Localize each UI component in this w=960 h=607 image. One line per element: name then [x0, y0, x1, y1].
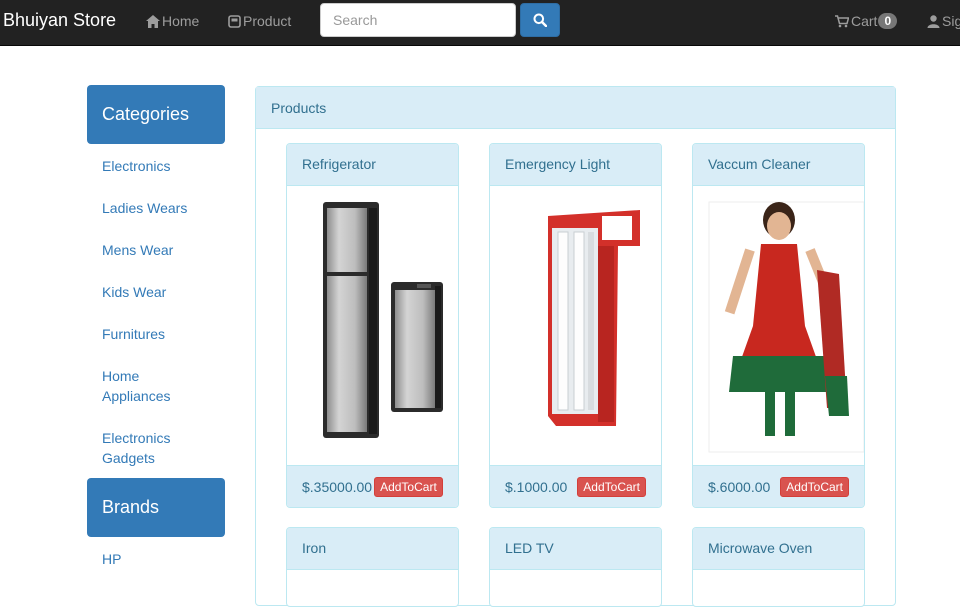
category-item[interactable]: Electronics Gadgets	[102, 428, 192, 468]
nav-product-label: Product	[243, 13, 292, 29]
kids-dress-image	[708, 201, 864, 453]
add-to-cart-button[interactable]: AddToCart	[577, 476, 646, 497]
product-card: Emergency Light $.1000.00 AddToCart	[489, 143, 662, 508]
nav-home-link[interactable]: Home	[146, 12, 199, 30]
navbar: Bhuiyan Store Home Product Cart 0 Sig	[0, 0, 960, 46]
product-image-refrigerator	[287, 186, 458, 466]
product-name: LED TV	[490, 528, 661, 570]
product-price: $.35000.00	[302, 478, 373, 495]
category-item[interactable]: Home Appliances	[102, 366, 192, 406]
product-name: Vaccum Cleaner	[693, 144, 864, 186]
brands-heading: Brands	[87, 478, 225, 537]
nav-signin-link[interactable]: Sig	[927, 12, 960, 30]
product-footer: $.1000.00 AddToCart	[490, 465, 661, 507]
category-item[interactable]: Furnitures	[102, 324, 212, 344]
product-name: Microwave Oven	[693, 528, 864, 570]
product-image-vaccum-cleaner	[693, 186, 864, 466]
product-name: Iron	[287, 528, 458, 570]
products-panel-title: Products	[256, 87, 895, 129]
category-item[interactable]: Ladies Wears	[102, 198, 212, 218]
product-name: Emergency Light	[490, 144, 661, 186]
categories-heading: Categories	[87, 85, 225, 144]
product-price: $.1000.00	[505, 478, 568, 495]
product-footer: $.6000.00 AddToCart	[693, 465, 864, 507]
add-to-cart-button[interactable]: AddToCart	[374, 476, 443, 497]
product-card: Refrigerator $.35000.00 AddToCart	[286, 143, 459, 508]
refrigerator-image	[323, 202, 443, 438]
product-card: Iron	[286, 527, 459, 607]
cart-icon	[835, 14, 849, 27]
nav-home-label: Home	[162, 13, 200, 29]
nav-product-link[interactable]: Product	[228, 12, 291, 30]
product-image-emergency-light	[490, 186, 661, 466]
home-icon	[146, 14, 160, 28]
add-to-cart-button[interactable]: AddToCart	[780, 476, 849, 497]
search-button[interactable]	[520, 3, 560, 37]
nav-cart-link[interactable]: Cart 0	[835, 12, 898, 30]
search-input[interactable]	[320, 3, 516, 37]
search-icon	[533, 13, 547, 27]
product-card: Vaccum Cleaner $.6000.00 AddToCart	[692, 143, 865, 508]
user-icon	[927, 14, 940, 28]
nav-signin-label: Sig	[942, 13, 960, 29]
category-item[interactable]: Mens Wear	[102, 240, 212, 260]
product-footer: $.35000.00 AddToCart	[287, 465, 458, 507]
product-price: $.6000.00	[708, 478, 771, 495]
category-item[interactable]: Electronics	[102, 156, 212, 176]
product-card: LED TV	[489, 527, 662, 607]
product-icon	[228, 14, 241, 28]
emergency-light-image	[548, 210, 640, 426]
category-item[interactable]: Kids Wear	[102, 282, 212, 302]
cart-count-badge: 0	[878, 13, 898, 29]
nav-cart-label: Cart	[851, 13, 878, 29]
brand-link[interactable]: Bhuiyan Store	[3, 9, 116, 31]
product-name: Refrigerator	[287, 144, 458, 186]
product-card: Microwave Oven	[692, 527, 865, 607]
brand-item[interactable]: HP	[102, 549, 212, 569]
